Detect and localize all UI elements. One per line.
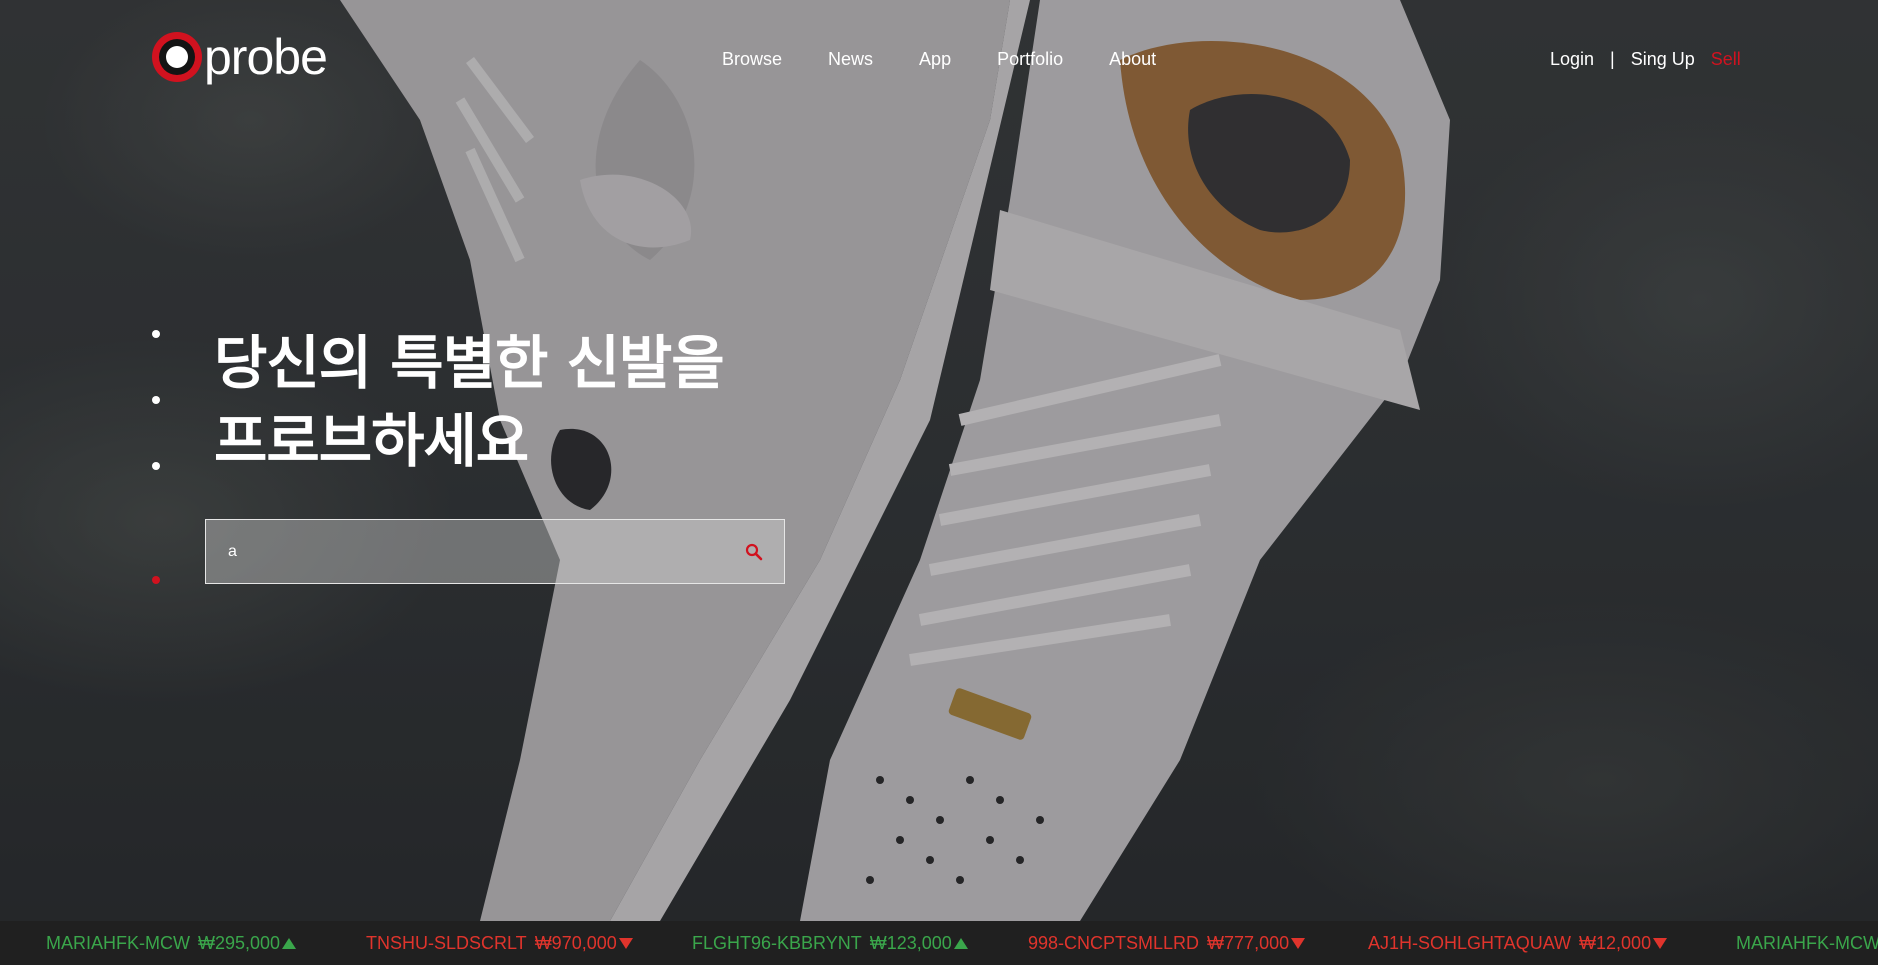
logo[interactable]: probe — [152, 29, 328, 85]
ticker-item[interactable]: TNSHU-SLDSCRLT ₩970,000 — [366, 921, 633, 965]
ticker-arrow-icon — [1653, 937, 1668, 949]
hero-headline: 당신의 특별한 신발을 프로브하세요 — [214, 324, 834, 480]
ticker-price: ₩12,000 — [1579, 933, 1652, 953]
ticker-symbol: FLGHT96-KBBRYNT — [692, 933, 862, 953]
ticker-arrow-icon — [282, 937, 297, 949]
nav-link-news[interactable]: News — [828, 46, 873, 72]
ticker-arrow-icon — [618, 937, 633, 949]
nav-link-app[interactable]: App — [919, 46, 951, 72]
slide-dot-3[interactable] — [152, 462, 160, 470]
search-button[interactable] — [724, 520, 784, 583]
ticker-arrow-icon — [1291, 937, 1306, 949]
slide-dot-4-active[interactable] — [152, 576, 160, 584]
ticker-item[interactable]: 998-CNCPTSMLLRD ₩777,000 — [1028, 921, 1306, 965]
headline-line-2: 프로브하세요 — [214, 407, 529, 475]
ticker-item[interactable]: MARIAHFK-MCW ₩295,000 — [46, 921, 297, 965]
ticker-arrow-icon — [953, 937, 968, 949]
search-box — [205, 519, 785, 584]
ticker-price: ₩970,000 — [534, 933, 617, 953]
nav-separator: | — [1610, 49, 1615, 69]
logo-text: probe — [204, 29, 328, 85]
main-nav: Browse News App Portfolio About — [722, 46, 1202, 72]
user-nav: Login | Sing Up Sell — [1550, 46, 1741, 72]
slide-dot-2[interactable] — [152, 396, 160, 404]
login-link[interactable]: Login — [1550, 46, 1594, 72]
slide-dot-1[interactable] — [152, 330, 160, 338]
search-icon — [745, 543, 763, 560]
nav-link-browse[interactable]: Browse — [722, 46, 782, 72]
ticker-price: ₩777,000 — [1207, 933, 1290, 953]
signup-link[interactable]: Sing Up — [1631, 46, 1695, 72]
search-input[interactable] — [206, 520, 724, 583]
ticker-symbol: MARIAHFK-MCW — [1736, 933, 1878, 953]
nav-link-about[interactable]: About — [1109, 46, 1156, 72]
ticker-item[interactable]: MARIAHFK-MCW — [1736, 921, 1878, 965]
ticker-item[interactable]: AJ1H-SOHLGHTAQUAW ₩12,000 — [1368, 921, 1668, 965]
nav-link-portfolio[interactable]: Portfolio — [997, 46, 1063, 72]
sell-link[interactable]: Sell — [1711, 46, 1741, 72]
headline-line-1: 당신의 특별한 신발을 — [214, 329, 725, 397]
price-ticker: MARIAHFK-MCW ₩295,000 TNSHU-SLDSCRLT ₩97… — [0, 921, 1878, 965]
ticker-price: ₩295,000 — [197, 933, 281, 953]
site-header: probe Browse News App Portfolio About Lo… — [0, 0, 1878, 120]
ticker-symbol: AJ1H-SOHLGHTAQUAW — [1368, 933, 1572, 953]
ticker-symbol: 998-CNCPTSMLLRD — [1028, 933, 1200, 953]
ticker-symbol: MARIAHFK-MCW — [46, 933, 190, 953]
ticker-item[interactable]: FLGHT96-KBBRYNT ₩123,000 — [692, 921, 968, 965]
probe-ring-logo-icon — [152, 32, 202, 82]
ticker-symbol: TNSHU-SLDSCRLT — [366, 933, 527, 953]
ticker-price: ₩123,000 — [869, 933, 952, 953]
